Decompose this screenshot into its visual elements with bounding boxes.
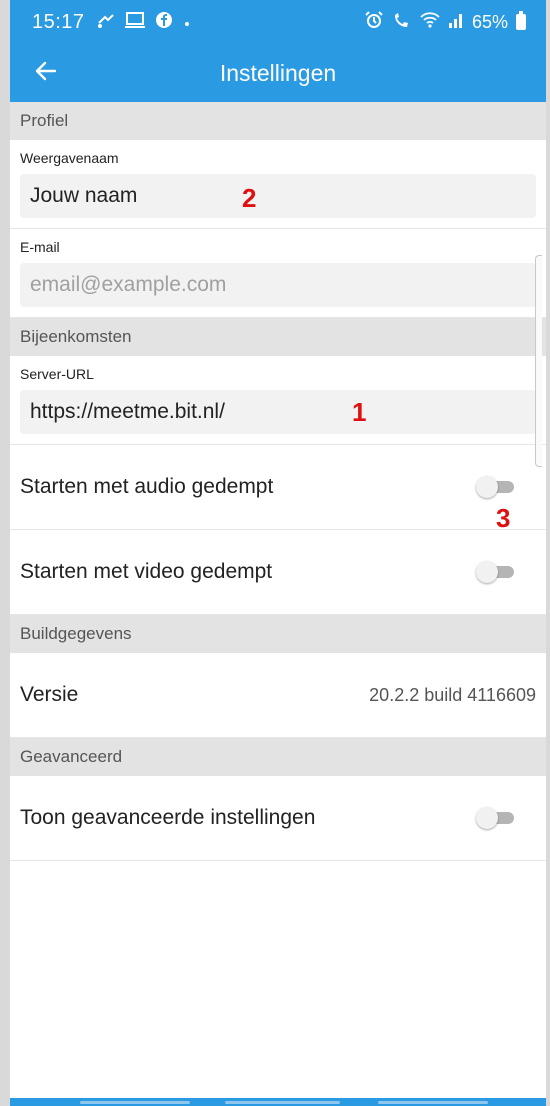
settings-list: Profiel Weergavenaam Jouw naam 2 E-mail … bbox=[10, 102, 546, 861]
nav-home-handle[interactable] bbox=[225, 1101, 340, 1104]
display-name-field: Weergavenaam Jouw naam 2 bbox=[10, 140, 546, 229]
edge-panel-handle[interactable] bbox=[535, 255, 542, 467]
video-muted-label: Starten met video gedempt bbox=[20, 560, 273, 583]
email-label: E-mail bbox=[20, 239, 60, 255]
status-bar: 15:17 65% bbox=[10, 0, 546, 44]
battery-icon bbox=[516, 11, 526, 30]
email-input[interactable]: email@example.com bbox=[20, 263, 536, 307]
version-row: Versie 20.2.2 build 4116609 bbox=[10, 653, 546, 738]
audio-muted-label: Starten met audio gedempt bbox=[20, 475, 274, 498]
show-advanced-row[interactable]: Toon geavanceerde instellingen bbox=[10, 776, 546, 861]
status-system-icons: 65% bbox=[364, 10, 526, 34]
section-header-build: Buildgegevens bbox=[10, 615, 546, 653]
version-value: 20.2.2 build 4116609 bbox=[369, 684, 536, 705]
server-url-input[interactable]: https://meetme.bit.nl/ 1 bbox=[20, 390, 536, 434]
wifi-calling-icon bbox=[392, 11, 412, 34]
audio-muted-toggle[interactable] bbox=[474, 476, 516, 498]
server-url-value: https://meetme.bit.nl/ bbox=[30, 400, 225, 423]
section-header-advanced: Geavanceerd bbox=[10, 738, 546, 776]
app-bar: Instellingen bbox=[10, 44, 546, 102]
phone-frame: 15:17 65% Instellingen Profiel Weergaven… bbox=[0, 0, 550, 1106]
back-button[interactable] bbox=[16, 44, 76, 102]
navigation-bar bbox=[10, 1098, 546, 1106]
page-title: Instellingen bbox=[219, 59, 337, 86]
version-label: Versie bbox=[20, 683, 79, 706]
nav-recents-handle[interactable] bbox=[80, 1101, 190, 1104]
annotation-marker-2: 2 bbox=[242, 183, 257, 213]
email-field: E-mail email@example.com bbox=[10, 229, 546, 318]
status-time: 15:17 bbox=[32, 10, 85, 33]
section-header-meetings: Bijeenkomsten bbox=[10, 318, 546, 356]
video-muted-toggle[interactable] bbox=[474, 561, 516, 583]
nav-back-handle[interactable] bbox=[378, 1101, 488, 1104]
display-name-label: Weergavenaam bbox=[20, 150, 119, 166]
display-name-input[interactable]: Jouw naam 2 bbox=[20, 174, 536, 218]
audio-muted-row[interactable]: Starten met audio gedempt 3 bbox=[10, 445, 546, 533]
annotation-marker-1: 1 bbox=[352, 397, 367, 427]
status-notification-icons bbox=[97, 11, 191, 34]
arrow-back-icon bbox=[35, 61, 57, 86]
server-url-field: Server-URL https://meetme.bit.nl/ 1 bbox=[10, 356, 546, 445]
dot-icon bbox=[183, 12, 191, 33]
email-placeholder: email@example.com bbox=[30, 273, 227, 296]
signal-icon bbox=[448, 11, 464, 34]
facebook-icon bbox=[155, 11, 173, 34]
server-url-label: Server-URL bbox=[20, 366, 94, 382]
alarm-icon bbox=[364, 10, 384, 34]
battery-percent: 65% bbox=[471, 11, 508, 32]
missed-call-icon bbox=[97, 11, 115, 34]
section-header-profile: Profiel bbox=[10, 102, 546, 140]
show-advanced-label: Toon geavanceerde instellingen bbox=[20, 806, 316, 829]
cast-icon bbox=[124, 11, 145, 34]
video-muted-row[interactable]: Starten met video gedempt bbox=[10, 530, 546, 615]
show-advanced-toggle[interactable] bbox=[474, 807, 516, 829]
display-name-value: Jouw naam bbox=[30, 184, 138, 207]
wifi-icon bbox=[420, 11, 440, 34]
